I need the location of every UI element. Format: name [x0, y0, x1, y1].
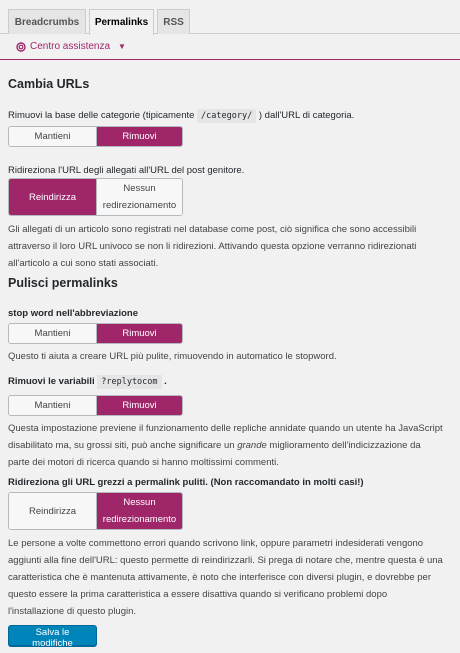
replytocom-remove[interactable]: Rimuovi — [96, 396, 182, 415]
ugly-urls-label: Ridireziona gli URL grezzi a permalink p… — [8, 477, 364, 488]
replytocom-label: Rimuovi le variabili ?replytocom . — [8, 375, 167, 389]
strip-category-toggle: Mantieni Rimuovi — [8, 126, 183, 147]
tab-permalinks[interactable]: Permalinks — [89, 9, 154, 35]
section-title-change-urls: Cambia URLs — [8, 77, 90, 91]
settings-tabs: Breadcrumbs Permalinks RSS — [0, 0, 460, 35]
replytocom-description: Questa impostazione previene il funziona… — [8, 423, 443, 468]
stopwords-toggle: Mantieni Rimuovi — [8, 323, 183, 344]
category-code: /category/ — [197, 109, 257, 123]
stopwords-keep[interactable]: Mantieni — [9, 324, 96, 343]
stopwords-description: Questo ti aiuta a creare URL più pulite,… — [8, 351, 337, 362]
ugly-urls-redirect[interactable]: Reindirizza — [9, 493, 96, 529]
help-center-toggle[interactable]: Centro assistenza ▼ — [16, 41, 126, 52]
attachments-toggle: Reindirizza Nessun redirezionamento — [8, 178, 183, 216]
strip-category-label: Rimuovi la base delle categorie (tipicam… — [8, 109, 355, 123]
caret-down-icon: ▼ — [118, 42, 126, 51]
replytocom-toggle: Mantieni Rimuovi — [8, 395, 183, 416]
stopwords-remove[interactable]: Rimuovi — [96, 324, 182, 343]
help-center-label: Centro assistenza — [30, 41, 111, 52]
section-title-clean-permalinks: Pulisci permalinks — [8, 276, 118, 290]
save-changes-button[interactable]: Salva le modifiche — [8, 625, 97, 649]
divider — [0, 59, 460, 60]
attachments-no-redirect[interactable]: Nessun redirezionamento — [96, 179, 182, 215]
ugly-urls-no-redirect[interactable]: Nessun redirezionamento — [96, 493, 182, 529]
strip-category-keep[interactable]: Mantieni — [9, 127, 96, 146]
help-icon — [16, 41, 26, 52]
replytocom-code: ?replytocom — [97, 375, 162, 389]
attachments-description: Gli allegati di un articolo sono registr… — [8, 224, 417, 269]
attachments-label: Ridireziona l'URL degli allegati all'URL… — [8, 165, 245, 176]
ugly-urls-toggle: Reindirizza Nessun redirezionamento — [8, 492, 183, 530]
attachments-redirect[interactable]: Reindirizza — [9, 179, 96, 215]
replytocom-keep[interactable]: Mantieni — [9, 396, 96, 415]
strip-category-remove[interactable]: Rimuovi — [96, 127, 182, 146]
stopwords-label: stop word nell'abbreviazione — [8, 308, 139, 319]
tab-rss[interactable]: RSS — [157, 9, 190, 34]
tab-breadcrumbs[interactable]: Breadcrumbs — [8, 9, 86, 34]
ugly-urls-description: Le persone a volte commettono errori qua… — [8, 538, 443, 617]
